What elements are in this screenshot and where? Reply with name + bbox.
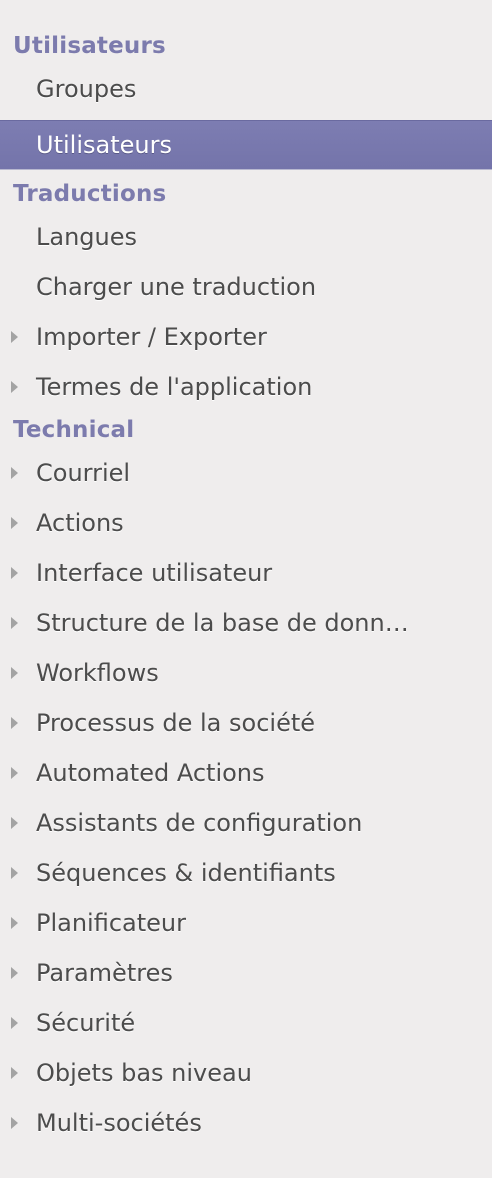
caret-right-icon[interactable] — [11, 1117, 18, 1129]
caret-right-icon[interactable] — [11, 767, 18, 779]
menu-item-courriel[interactable]: Courriel — [0, 448, 492, 498]
menu-item-processus-de-la-societe[interactable]: Processus de la société — [0, 698, 492, 748]
caret-right-icon[interactable] — [11, 717, 18, 729]
menu-item-label: Workflows — [36, 659, 159, 687]
menu-item-actions[interactable]: Actions — [0, 498, 492, 548]
menu-item-importer-exporter[interactable]: Importer / Exporter — [0, 312, 492, 362]
section-header-utilisateurs: Utilisateurs — [13, 33, 166, 59]
menu-item-sequences-identifiants[interactable]: Séquences & identifiants — [0, 848, 492, 898]
menu-item-multi-societes[interactable]: Multi-sociétés — [0, 1098, 492, 1148]
caret-right-icon[interactable] — [11, 617, 18, 629]
menu-item-structure-base-de-donnees[interactable]: Structure de la base de donn… — [0, 598, 492, 648]
caret-right-icon[interactable] — [11, 467, 18, 479]
menu-item-label: Termes de l'application — [36, 373, 313, 401]
menu-item-interface-utilisateur[interactable]: Interface utilisateur — [0, 548, 492, 598]
menu-item-parametres[interactable]: Paramètres — [0, 948, 492, 998]
menu-item-label: Planificateur — [36, 909, 186, 937]
menu-item-label: Charger une traduction — [36, 273, 317, 301]
caret-right-icon[interactable] — [11, 817, 18, 829]
menu-item-objets-bas-niveau[interactable]: Objets bas niveau — [0, 1048, 492, 1098]
section-header-traductions: Traductions — [13, 181, 167, 207]
caret-right-icon[interactable] — [11, 1017, 18, 1029]
menu-item-label: Multi-sociétés — [36, 1109, 202, 1137]
menu-item-workflows[interactable]: Workflows — [0, 648, 492, 698]
menu-item-label: Automated Actions — [36, 759, 265, 787]
menu-item-label: Interface utilisateur — [36, 559, 273, 587]
menu-item-label: Objets bas niveau — [36, 1059, 252, 1087]
caret-right-icon[interactable] — [11, 917, 18, 929]
menu-item-charger-une-traduction[interactable]: Charger une traduction — [0, 262, 492, 312]
menu-item-automated-actions[interactable]: Automated Actions — [0, 748, 492, 798]
caret-right-icon[interactable] — [11, 1067, 18, 1079]
menu-item-label: Utilisateurs — [36, 131, 172, 159]
menu-item-label: Séquences & identifiants — [36, 859, 336, 887]
menu-item-label: Langues — [36, 223, 138, 251]
caret-right-icon[interactable] — [11, 967, 18, 979]
menu-item-label: Groupes — [36, 75, 137, 103]
menu-item-groupes[interactable]: Groupes — [0, 64, 492, 114]
menu-item-securite[interactable]: Sécurité — [0, 998, 492, 1048]
menu-item-label: Sécurité — [36, 1009, 136, 1037]
menu-item-planificateur[interactable]: Planificateur — [0, 898, 492, 948]
caret-right-icon[interactable] — [11, 567, 18, 579]
menu-item-label: Structure de la base de donn… — [36, 609, 409, 637]
menu-item-langues[interactable]: Langues — [0, 212, 492, 262]
menu-item-assistants-de-configuration[interactable]: Assistants de configuration — [0, 798, 492, 848]
menu-item-label: Importer / Exporter — [36, 323, 267, 351]
menu-item-label: Processus de la société — [36, 709, 316, 737]
menu-item-label: Courriel — [36, 459, 131, 487]
menu-item-utilisateurs[interactable]: Utilisateurs — [0, 120, 492, 170]
menu-item-label: Actions — [36, 509, 124, 537]
caret-right-icon[interactable] — [11, 381, 18, 393]
menu-item-label: Assistants de configuration — [36, 809, 363, 837]
menu-item-label: Paramètres — [36, 959, 173, 987]
caret-right-icon[interactable] — [11, 517, 18, 529]
caret-right-icon[interactable] — [11, 331, 18, 343]
caret-right-icon[interactable] — [11, 867, 18, 879]
sidebar-menu: Utilisateurs Groupes Utilisateurs Traduc… — [0, 0, 492, 1178]
caret-right-icon[interactable] — [11, 667, 18, 679]
menu-item-termes-de-l-application[interactable]: Termes de l'application — [0, 362, 492, 412]
section-header-technical: Technical — [13, 417, 135, 443]
